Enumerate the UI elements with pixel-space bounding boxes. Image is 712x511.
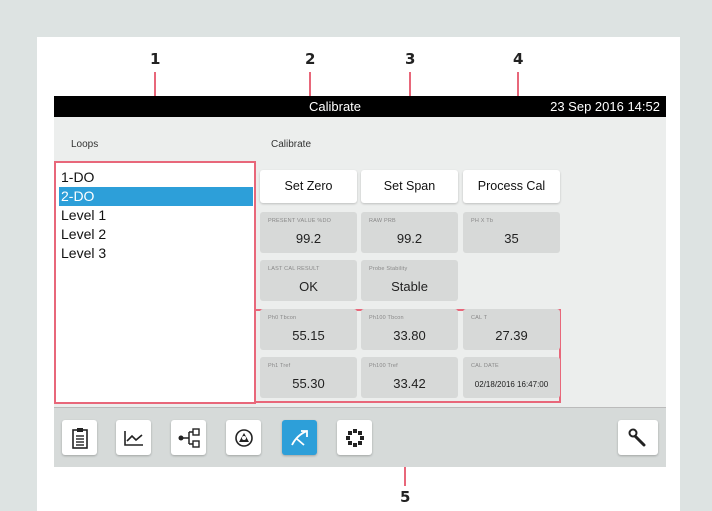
tile-label: Ph100 Tbcon — [369, 315, 404, 321]
tile-label: CAL DATE — [471, 363, 499, 369]
calibrate-label: Calibrate — [271, 139, 312, 150]
tile-label: Ph0 Tbcon — [268, 315, 297, 321]
loops-label: Loops — [71, 139, 99, 150]
tile-value: 99.2 — [396, 231, 423, 246]
loops-overview-icon[interactable] — [226, 420, 261, 455]
callout-2: 2 — [305, 50, 316, 68]
tile-label: Probe Stability — [369, 266, 408, 272]
raw-prb-tile: RAW PRB 99.2 — [361, 212, 458, 253]
tile-value: 33.42 — [393, 376, 426, 391]
tile-label: PH X Tb — [471, 218, 494, 224]
set-zero-button[interactable]: Set Zero — [260, 170, 357, 203]
tile-label: CAL T — [471, 315, 488, 321]
wrench-icon[interactable] — [618, 420, 658, 455]
tile-value: 33.80 — [393, 328, 426, 343]
process-cal-button[interactable]: Process Cal — [463, 170, 560, 203]
ph-x-tb-tile: PH X Tb 35 — [463, 212, 560, 253]
date-time: 23 Sep 2016 14:52 — [550, 99, 660, 114]
tile-value: 55.30 — [292, 376, 325, 391]
tile-value: 27.39 — [495, 328, 528, 343]
cal-t-tile: CAL T 27.39 — [463, 309, 560, 350]
list-item[interactable]: Level 1 — [59, 206, 253, 225]
present-value-tile: PRESENT VALUE %DO 99.2 — [260, 212, 357, 253]
list-item-selected[interactable]: 2-DO — [59, 187, 253, 206]
last-cal-result-tile: LAST CAL RESULT OK — [260, 260, 357, 301]
tile-label: RAW PRB — [369, 218, 396, 224]
bottom-toolbar — [54, 407, 666, 467]
callout-3: 3 — [405, 50, 416, 68]
list-item[interactable]: Level 3 — [59, 244, 253, 263]
set-span-button[interactable]: Set Span — [361, 170, 458, 203]
clipboard-icon[interactable] — [62, 420, 97, 455]
callout-5: 5 — [400, 488, 411, 506]
tile-label: Ph1 Tref — [268, 363, 291, 369]
tile-value: 99.2 — [295, 231, 322, 246]
calibrate-icon[interactable] — [282, 420, 317, 455]
settings-grid-icon[interactable] — [337, 420, 372, 455]
tile-label: PRESENT VALUE %DO — [268, 218, 332, 224]
screen-title: Calibrate — [309, 99, 362, 114]
tile-label: LAST CAL RESULT — [268, 266, 320, 272]
tile-value: Stable — [391, 279, 428, 294]
tile-value: OK — [299, 279, 318, 294]
ph0-tbcon-tile: Ph0 Tbcon 55.15 — [260, 309, 357, 350]
callout-1: 1 — [150, 50, 161, 68]
trend-chart-icon[interactable] — [116, 420, 151, 455]
ph1-tref-tile: Ph1 Tref 55.30 — [260, 357, 357, 398]
tile-value: 35 — [504, 231, 519, 246]
title-bar: Calibrate 23 Sep 2016 14:52 — [54, 96, 666, 117]
network-icon[interactable] — [171, 420, 206, 455]
tile-value: 02/18/2016 16:47:00 — [474, 380, 549, 389]
list-item[interactable]: Level 2 — [59, 225, 253, 244]
ph100-tbcon-tile: Ph100 Tbcon 33.80 — [361, 309, 458, 350]
tile-value: 55.15 — [292, 328, 325, 343]
ph100-tref-tile: Ph100 Tref 33.42 — [361, 357, 458, 398]
probe-stability-tile: Probe Stability Stable — [361, 260, 458, 301]
callout-4: 4 — [513, 50, 524, 68]
list-item[interactable]: 1-DO — [59, 168, 253, 187]
tile-label: Ph100 Tref — [369, 363, 398, 369]
cal-date-tile: CAL DATE 02/18/2016 16:47:00 — [463, 357, 560, 398]
loops-list: 1-DO 2-DO Level 1 Level 2 Level 3 — [54, 161, 256, 404]
